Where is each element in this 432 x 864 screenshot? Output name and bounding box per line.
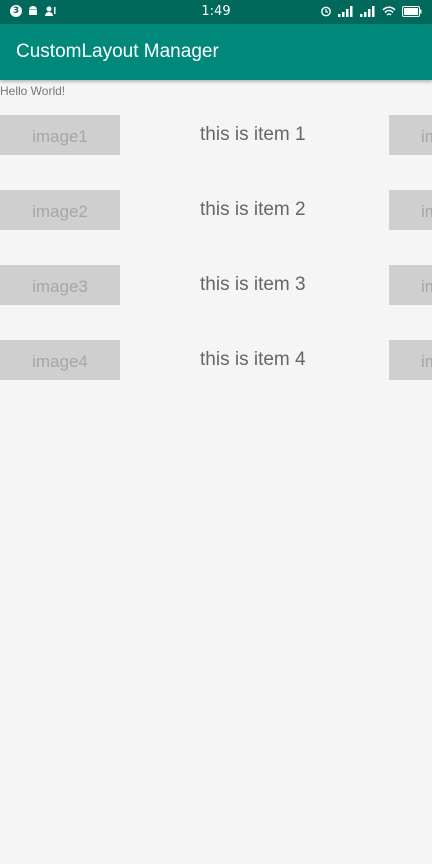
item-image: image4 — [0, 340, 120, 380]
item-image-right: im — [389, 265, 432, 305]
app-bar: CustomLayout Manager — [0, 24, 432, 80]
item-text: this is item 2 — [200, 199, 306, 220]
list-item[interactable]: image4 this is item 4 im — [0, 340, 432, 380]
app-title: CustomLayout Manager — [16, 41, 219, 62]
wifi-icon — [382, 6, 396, 16]
item-text: this is item 4 — [200, 349, 306, 370]
item-image: image3 — [0, 265, 120, 305]
hello-text: Hello World! — [0, 84, 66, 98]
list-item[interactable]: image1 this is item 1 im — [0, 115, 432, 155]
item-image: image1 — [0, 115, 120, 155]
status-right-icons — [320, 5, 422, 17]
item-image-right: im — [389, 115, 432, 155]
status-bar: 3 1:49 — [0, 0, 432, 24]
item-image-right: im — [389, 340, 432, 380]
alarm-icon — [321, 6, 331, 17]
item-image: image2 — [0, 190, 120, 230]
list-item[interactable]: image3 this is item 3 im — [0, 265, 432, 305]
list-item[interactable]: image2 this is item 2 im — [0, 190, 432, 230]
item-text: this is item 1 — [200, 124, 306, 145]
item-list[interactable]: image1 this is item 1 im image2 this is … — [0, 115, 432, 415]
signal-icon — [360, 5, 375, 17]
signal-icon — [338, 5, 353, 17]
item-text: this is item 3 — [200, 274, 306, 295]
battery-icon — [402, 5, 422, 17]
item-image-right: im — [389, 190, 432, 230]
